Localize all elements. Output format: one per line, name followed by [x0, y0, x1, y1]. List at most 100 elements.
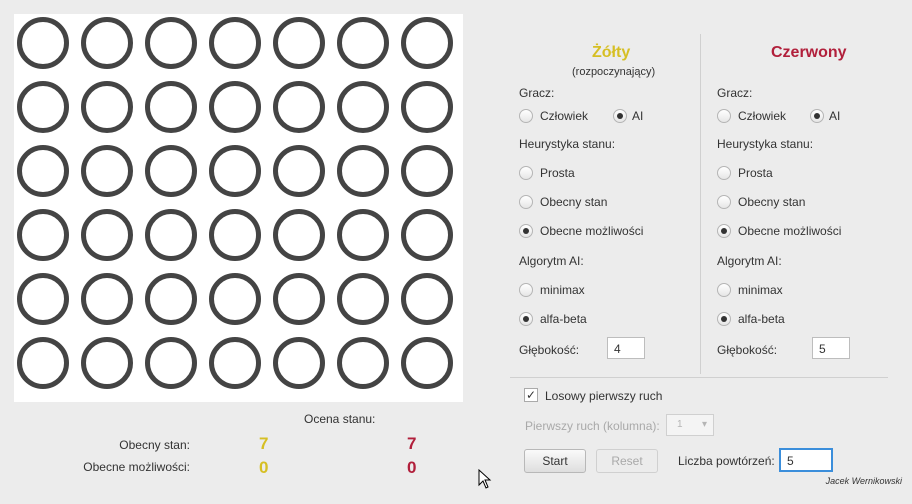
board-cell[interactable]	[401, 81, 453, 133]
board-cell[interactable]	[273, 337, 325, 389]
board-cell[interactable]	[17, 17, 69, 69]
yellow-minimax-radio[interactable]	[519, 283, 533, 297]
repeats-input[interactable]: 5	[779, 448, 833, 472]
board-cell[interactable]	[209, 17, 261, 69]
red-ai-label[interactable]: AI	[829, 109, 840, 123]
board-cell[interactable]	[337, 17, 389, 69]
yellow-heuristic-label: Heurystyka stanu:	[519, 137, 616, 151]
yellow-heuristic-state-radio[interactable]	[519, 195, 533, 209]
board-cell[interactable]	[401, 337, 453, 389]
red-ai-radio[interactable]	[810, 109, 824, 123]
game-board[interactable]	[14, 14, 463, 402]
yellow-ai-radio[interactable]	[613, 109, 627, 123]
red-heuristic-state-radio[interactable]	[717, 195, 731, 209]
board-cell[interactable]	[81, 17, 133, 69]
red-alphabeta-label[interactable]: alfa-beta	[738, 312, 785, 326]
red-heuristic-simple-radio[interactable]	[717, 166, 731, 180]
red-player-title: Czerwony	[771, 44, 847, 61]
red-player-label: Gracz:	[717, 86, 753, 100]
yellow-heuristic-possibilities-radio[interactable]	[519, 224, 533, 238]
board-cell[interactable]	[81, 81, 133, 133]
yellow-alphabeta-label[interactable]: alfa-beta	[540, 312, 587, 326]
red-heuristic-possibilities-radio[interactable]	[717, 224, 731, 238]
board-cell[interactable]	[273, 209, 325, 261]
board-cell[interactable]	[17, 209, 69, 261]
board-cell[interactable]	[145, 145, 197, 197]
board-cell[interactable]	[209, 337, 261, 389]
board-cell[interactable]	[81, 145, 133, 197]
board-cell[interactable]	[145, 209, 197, 261]
yellow-ai-label[interactable]: AI	[632, 109, 643, 123]
board-cell[interactable]	[209, 81, 261, 133]
board-cell[interactable]	[145, 81, 197, 133]
start-button[interactable]: Start	[524, 449, 586, 473]
board-cell[interactable]	[401, 145, 453, 197]
random-first-move-checkbox[interactable]: ✓	[524, 388, 538, 402]
board-cell[interactable]	[209, 209, 261, 261]
board-cell[interactable]	[17, 81, 69, 133]
board-cell[interactable]	[81, 273, 133, 325]
yellow-player-title: Żółty	[592, 44, 631, 61]
red-heuristic-possibilities-label[interactable]: Obecne możliwości	[738, 224, 841, 238]
yellow-player-subtitle: (rozpoczynający)	[572, 66, 656, 78]
yellow-depth-label: Głębokość:	[519, 343, 580, 357]
board-cell[interactable]	[273, 145, 325, 197]
board-cell[interactable]	[337, 81, 389, 133]
controls-separator	[510, 377, 888, 378]
board-cell[interactable]	[401, 17, 453, 69]
mouse-cursor-icon	[478, 469, 492, 489]
board-cell[interactable]	[209, 145, 261, 197]
red-minimax-radio[interactable]	[717, 283, 731, 297]
board-cell[interactable]	[145, 273, 197, 325]
board-cell[interactable]	[17, 145, 69, 197]
yellow-human-radio[interactable]	[519, 109, 533, 123]
board-cell[interactable]	[401, 209, 453, 261]
author-signature: Jacek Wernikowski	[825, 476, 902, 486]
board-cell[interactable]	[337, 145, 389, 197]
yellow-minimax-label[interactable]: minimax	[540, 283, 585, 297]
yellow-heuristic-possibilities-label[interactable]: Obecne możliwości	[540, 224, 643, 238]
board-cell[interactable]	[145, 17, 197, 69]
board-cell[interactable]	[81, 337, 133, 389]
red-heuristic-label: Heurystyka stanu:	[717, 137, 814, 151]
yellow-heuristic-simple-label[interactable]: Prosta	[540, 166, 575, 180]
yellow-alphabeta-radio[interactable]	[519, 312, 533, 326]
board-cell[interactable]	[337, 273, 389, 325]
red-depth-input[interactable]: 5	[812, 337, 850, 359]
red-heuristic-state-label[interactable]: Obecny stan	[738, 195, 805, 209]
board-cell[interactable]	[209, 273, 261, 325]
yellow-depth-input[interactable]: 4	[607, 337, 645, 359]
red-minimax-label[interactable]: minimax	[738, 283, 783, 297]
first-move-label: Pierwszy ruch (kolumna):	[525, 419, 660, 433]
red-depth-label: Głębokość:	[717, 343, 778, 357]
red-algorithm-label: Algorytm AI:	[717, 254, 782, 268]
yellow-human-label[interactable]: Człowiek	[540, 109, 588, 123]
board-cell[interactable]	[81, 209, 133, 261]
yellow-heuristic-simple-radio[interactable]	[519, 166, 533, 180]
red-heuristic-simple-label[interactable]: Prosta	[738, 166, 773, 180]
yellow-algorithm-label: Algorytm AI:	[519, 254, 584, 268]
current-state-label: Obecny stan:	[119, 438, 190, 452]
chevron-down-icon: ▾	[701, 419, 707, 430]
reset-button[interactable]: Reset	[596, 449, 658, 473]
red-alphabeta-radio[interactable]	[717, 312, 731, 326]
red-human-radio[interactable]	[717, 109, 731, 123]
board-cell[interactable]	[17, 273, 69, 325]
yellow-possibilities-value: 0	[259, 458, 269, 477]
board-cell[interactable]	[145, 337, 197, 389]
red-human-label[interactable]: Człowiek	[738, 109, 786, 123]
first-move-select[interactable]: 1 ▾	[666, 414, 714, 436]
red-possibilities-value: 0	[407, 458, 417, 477]
board-cell[interactable]	[273, 81, 325, 133]
board-cell[interactable]	[337, 337, 389, 389]
board-cell[interactable]	[337, 209, 389, 261]
yellow-heuristic-state-label[interactable]: Obecny stan	[540, 195, 607, 209]
board-cell[interactable]	[401, 273, 453, 325]
board-cell[interactable]	[17, 337, 69, 389]
yellow-state-value: 7	[259, 434, 269, 453]
board-cell[interactable]	[273, 273, 325, 325]
first-move-value: 1	[677, 419, 683, 430]
board-cell[interactable]	[273, 17, 325, 69]
random-first-move-label[interactable]: Losowy pierwszy ruch	[545, 389, 662, 403]
red-state-value: 7	[407, 434, 417, 453]
